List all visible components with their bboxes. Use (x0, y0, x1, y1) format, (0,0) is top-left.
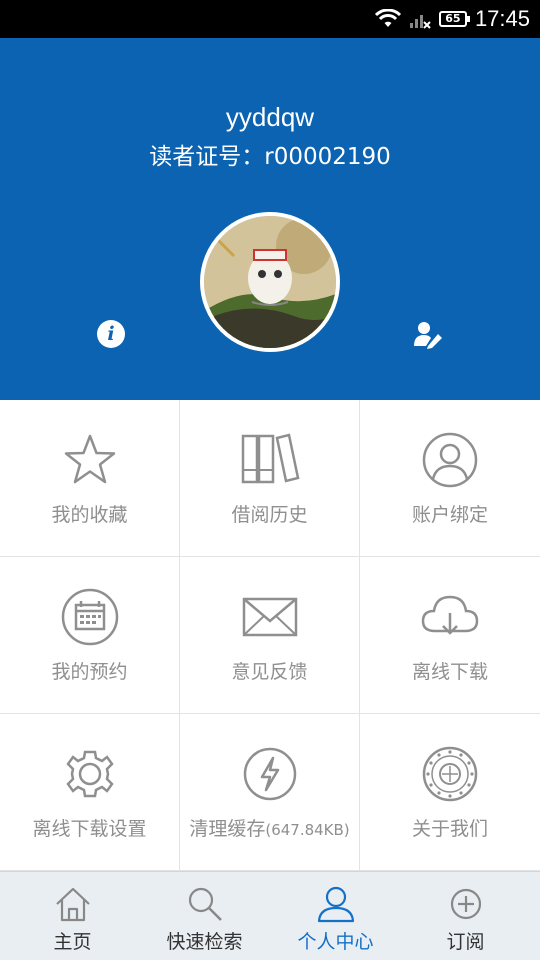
cache-size: (647.84KB) (265, 821, 350, 839)
wifi-icon (374, 9, 401, 27)
battery-icon: 65 (438, 11, 470, 27)
search-icon (188, 887, 222, 921)
tab-personal-center[interactable]: 个人中心 (268, 872, 403, 960)
status-bar: 65 17:45 (0, 0, 540, 38)
borrow-history-label: 借阅历史 (231, 504, 308, 526)
avatar[interactable] (200, 212, 340, 352)
offline-download-label: 离线下载 (411, 661, 488, 683)
bottom-navigation: 主页 快速检索 个人中心 订阅 (0, 871, 540, 960)
function-grid: 我的收藏 借阅历史 账户绑定 我的预约 意见反馈 离线下载 离线下载设置 清理缓… (0, 400, 540, 871)
tab-home-label: 主页 (53, 931, 92, 953)
person-icon (317, 886, 354, 923)
books-icon (241, 433, 299, 484)
username: yyddqw (225, 102, 315, 132)
clear-cache-text: 清理缓存 (189, 818, 266, 840)
feedback-button[interactable]: 意见反馈 (180, 557, 360, 714)
tab-subscribe[interactable]: 订阅 (398, 872, 533, 960)
envelope-icon (242, 597, 297, 637)
library-seal-icon (422, 746, 478, 802)
signal-icon (409, 15, 431, 29)
tab-quick-search[interactable]: 快速检索 (137, 872, 272, 960)
info-icon[interactable]: i (97, 320, 125, 348)
lightning-icon (243, 747, 296, 801)
reader-card-number: 读者证号：r00002190 (149, 144, 391, 170)
offline-download-button[interactable]: 离线下载 (360, 557, 540, 714)
borrow-history-button[interactable]: 借阅历史 (180, 400, 360, 557)
about-us-label: 关于我们 (411, 818, 488, 840)
feedback-label: 意见反馈 (231, 661, 308, 683)
star-icon (64, 434, 115, 484)
offline-download-settings-button[interactable]: 离线下载设置 (0, 714, 180, 871)
edit-profile-icon[interactable] (412, 318, 444, 350)
home-icon (55, 887, 90, 922)
my-favorites-label: 我的收藏 (51, 504, 128, 526)
calendar-icon (61, 588, 118, 646)
tab-quick-search-label: 快速检索 (166, 931, 243, 953)
tab-subscribe-label: 订阅 (446, 931, 485, 953)
my-reservations-button[interactable]: 我的预约 (0, 557, 180, 714)
clear-cache-label: 清理缓存(647.84KB) (180, 814, 359, 841)
offline-download-settings-label: 离线下载设置 (32, 818, 147, 840)
clear-cache-button[interactable]: 清理缓存(647.84KB) (180, 714, 360, 871)
clock: 17:45 (474, 6, 530, 31)
gear-icon (65, 750, 114, 798)
about-us-button[interactable]: 关于我们 (360, 714, 540, 871)
tab-home[interactable]: 主页 (5, 872, 140, 960)
account-binding-label: 账户绑定 (411, 504, 488, 526)
plus-circle-icon (450, 888, 481, 920)
account-binding-button[interactable]: 账户绑定 (360, 400, 540, 557)
my-favorites-button[interactable]: 我的收藏 (0, 400, 180, 557)
cloud-download-icon (421, 595, 479, 635)
profile-header: yyddqw 读者证号：r00002190 i (0, 38, 540, 400)
user-circle-icon (422, 432, 478, 488)
tab-personal-center-label: 个人中心 (297, 931, 374, 953)
my-reservations-label: 我的预约 (51, 661, 128, 683)
